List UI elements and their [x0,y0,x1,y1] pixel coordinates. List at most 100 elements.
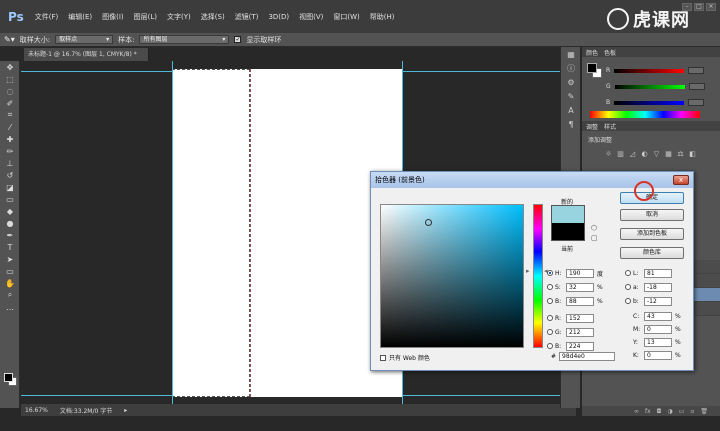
folder-icon[interactable]: ▭ [679,408,685,415]
l-field[interactable]: 81 [644,268,672,278]
path-select-tool-icon[interactable]: ➤ [0,253,20,265]
eraser-tool-icon[interactable]: ◪ [0,181,20,193]
properties-icon[interactable]: ⚙ [561,75,581,89]
dialog-close-button[interactable]: x [673,175,689,185]
sample-size-select[interactable]: 取样点 ▾ [55,35,114,44]
color-balance-icon[interactable]: ⚖ [676,150,685,159]
color-libraries-button[interactable]: 颜色库 [620,247,684,259]
mask-icon[interactable]: ◘ [657,408,662,415]
character-icon[interactable]: A [561,103,581,117]
gradient-tool-icon[interactable]: ▭ [0,193,20,205]
shape-tool-icon[interactable]: ▭ [0,265,20,277]
b-value-box[interactable] [688,99,705,106]
tab-color[interactable]: 颜色 [586,48,598,57]
new-layer-icon[interactable]: ▫ [690,408,694,415]
blue-field[interactable]: 224 [566,341,594,351]
vibrance-icon[interactable]: ▽ [652,150,661,159]
hand-tool-icon[interactable]: ✋ [0,277,20,289]
lab-b-field[interactable]: -12 [644,296,672,306]
black-white-icon[interactable]: ◧ [688,150,697,159]
h-field[interactable]: 190 [566,268,594,278]
lab-b-radio[interactable] [625,298,631,304]
maximize-icon[interactable]: □ [694,3,704,11]
info-icon[interactable]: ⓘ [561,61,581,75]
m-field[interactable]: 0 [644,324,672,334]
brush-tool-icon[interactable]: ✏ [0,145,20,157]
show-ring-checkbox[interactable]: ✓ [234,36,242,43]
levels-icon[interactable]: ▥ [616,150,625,159]
link-icon[interactable]: ∞ [634,408,639,415]
web-safe-cube-icon[interactable]: ▢ [591,234,598,242]
healing-brush-icon[interactable]: ✚ [0,133,20,145]
tab-adjustments[interactable]: 调整 [586,122,598,131]
panel-foreground-swatch[interactable] [587,63,597,73]
tab-styles[interactable]: 样式 [604,122,616,131]
history-brush-icon[interactable]: ↺ [0,169,20,181]
color-field-marker[interactable] [425,219,432,226]
a-field[interactable]: -18 [644,282,672,292]
y-field[interactable]: 13 [644,337,672,347]
r-slider[interactable] [614,68,685,73]
menu-file[interactable]: 文件(F) [30,12,64,22]
hex-field[interactable]: 98d4e0 [559,352,616,361]
close-window-icon[interactable]: × [706,3,716,11]
g-field[interactable]: 212 [566,327,594,337]
menu-edit[interactable]: 编辑(E) [63,12,97,22]
menu-image[interactable]: 图像(I) [97,12,129,22]
r-value-box[interactable] [688,67,705,74]
zoom-tool-icon[interactable]: ⌕ [0,289,20,301]
crop-tool-icon[interactable]: ⌗ [0,109,20,121]
eyedropper-icon[interactable]: ⁄ [0,121,20,133]
move-tool-icon[interactable]: ✥ [0,61,20,73]
g-slider[interactable] [614,84,685,89]
eyedropper-tool-icon[interactable]: ✎▾ [4,35,15,44]
paragraph-icon[interactable]: ¶ [561,117,581,131]
marquee-tool-icon[interactable]: ⬚ [0,73,20,85]
zoom-level[interactable]: 16.67% [25,407,48,414]
tab-swatches[interactable]: 色板 [604,48,616,57]
cancel-button[interactable]: 取消 [620,209,684,221]
hue-saturation-icon[interactable]: ▦ [664,150,673,159]
more-tools-icon[interactable]: … [0,301,20,313]
lasso-tool-icon[interactable]: ◌ [0,85,20,97]
adjustment-layer-icon[interactable]: ◑ [667,408,672,415]
menu-window[interactable]: 窗口(W) [328,12,364,22]
g-radio[interactable] [547,329,553,335]
color-field[interactable] [380,204,524,348]
curves-icon[interactable]: ◿ [628,150,637,159]
blue-radio[interactable] [547,343,553,349]
pen-tool-icon[interactable]: ✒ [0,229,20,241]
exposure-icon[interactable]: ◐ [640,150,649,159]
trash-icon[interactable]: 🗑 [700,408,708,415]
hue-slider[interactable] [533,204,543,348]
menu-select[interactable]: 选择(S) [196,12,230,22]
c-field[interactable]: 43 [644,311,672,321]
s-field[interactable]: 32 [566,282,594,292]
r-field[interactable]: 152 [566,313,594,323]
color-spectrum-ramp[interactable] [590,111,700,118]
menu-help[interactable]: 帮助(H) [365,12,400,22]
a-radio[interactable] [625,284,631,290]
g-value-box[interactable] [688,83,705,90]
brush-preset-icon[interactable]: ✎ [561,89,581,103]
menu-filter[interactable]: 滤镜(T) [230,12,264,22]
fx-icon[interactable]: fx [645,408,651,415]
hue-slider-left-arrow-icon[interactable]: ▸ [526,267,530,275]
web-only-checkbox[interactable] [380,354,386,361]
b-slider[interactable] [614,100,685,105]
menu-type[interactable]: 文字(Y) [162,12,196,22]
add-to-swatches-button[interactable]: 添加到色板 [620,228,684,240]
sample-select[interactable]: 所有图层 ▾ [139,35,230,44]
status-arrow-icon[interactable]: ▸ [124,407,127,414]
dodge-tool-icon[interactable]: ● [0,217,20,229]
current-color-swatch[interactable] [551,223,585,241]
web-only-option[interactable]: 只有 Web 颜色 [380,353,430,362]
r-radio[interactable] [547,315,553,321]
blur-tool-icon[interactable]: ◆ [0,205,20,217]
b-field[interactable]: 88 [566,296,594,306]
k-field[interactable]: 0 [644,350,672,360]
type-tool-icon[interactable]: T [0,241,20,253]
minimize-icon[interactable]: – [682,3,692,11]
foreground-color-swatch[interactable] [4,373,13,382]
menu-view[interactable]: 视图(V) [294,12,328,22]
